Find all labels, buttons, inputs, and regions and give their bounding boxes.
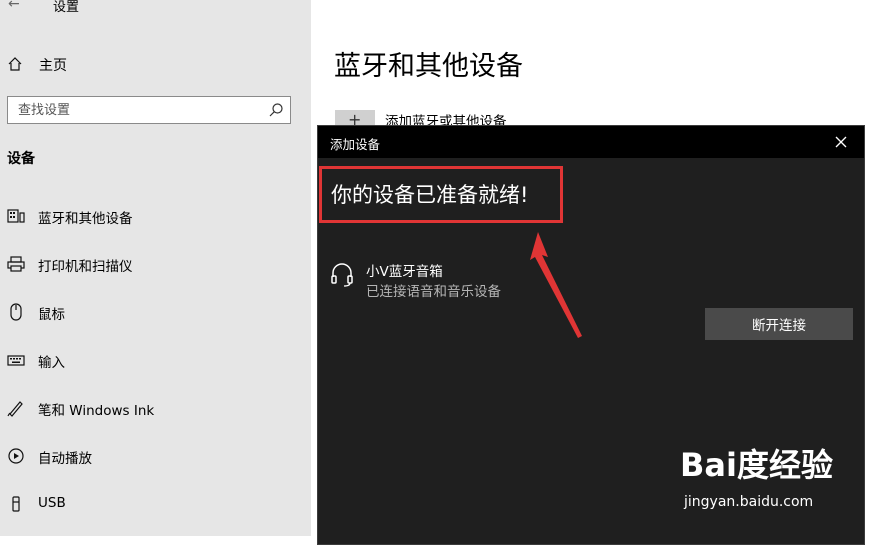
ready-heading: 你的设备已准备就绪! <box>331 183 529 207</box>
page-title: 蓝牙和其他设备 <box>334 51 523 82</box>
bluetooth-devices-icon <box>7 209 25 223</box>
window-title: 设置 <box>53 0 80 15</box>
highlight-box: 你的设备已准备就绪! <box>319 166 563 223</box>
sidebar-item-label: 主页 <box>39 58 67 74</box>
sidebar-item-label: 自动播放 <box>38 451 92 467</box>
annotation-arrow-icon <box>530 232 582 338</box>
watermark-url: jingyan.baidu.com <box>684 494 814 510</box>
dialog-title: 添加设备 <box>330 137 381 152</box>
autoplay-icon <box>8 448 24 464</box>
sidebar-item-typing[interactable]: 输入 <box>0 345 311 375</box>
section-title: 设备 <box>7 151 35 167</box>
sidebar-item-mouse[interactable]: 鼠标 <box>0 297 311 327</box>
search-icon[interactable] <box>268 102 284 118</box>
settings-sidebar: ← 设置 主页 设备 蓝牙和其他设备 打印机和扫描仪 <box>0 0 311 536</box>
mouse-icon <box>10 303 22 321</box>
sidebar-item-home[interactable]: 主页 <box>0 52 311 76</box>
device-name: 小V蓝牙音箱 <box>366 264 443 280</box>
sidebar-item-usb[interactable]: USB <box>0 489 311 519</box>
sidebar-item-printers[interactable]: 打印机和扫描仪 <box>0 249 311 279</box>
sidebar-item-label: 鼠标 <box>38 307 65 323</box>
back-arrow-icon[interactable]: ← <box>8 0 20 12</box>
sidebar-item-label: 输入 <box>38 355 65 371</box>
sidebar-item-bluetooth[interactable]: 蓝牙和其他设备 <box>0 201 311 231</box>
disconnect-button[interactable]: 断开连接 <box>705 308 853 340</box>
device-status: 已连接语音和音乐设备 <box>366 284 501 300</box>
sidebar-item-label: USB <box>38 495 66 511</box>
sidebar-item-label: 蓝牙和其他设备 <box>38 211 133 227</box>
search-input[interactable] <box>18 101 258 119</box>
close-icon[interactable] <box>818 126 864 158</box>
headset-icon <box>331 263 353 287</box>
sidebar-item-pen[interactable]: 笔和 Windows Ink <box>0 393 311 423</box>
pen-icon <box>7 401 23 417</box>
printer-icon <box>7 256 25 272</box>
keyboard-icon <box>7 355 25 366</box>
sidebar-item-label: 笔和 Windows Ink <box>38 403 155 419</box>
window-titlebar: ← 设置 <box>0 0 311 20</box>
dialog-titlebar: 添加设备 <box>318 126 864 158</box>
home-icon <box>8 57 22 71</box>
search-box[interactable] <box>7 96 291 124</box>
watermark-brand: Bai度经验 <box>680 446 833 484</box>
sidebar-item-autoplay[interactable]: 自动播放 <box>0 441 311 471</box>
usb-icon <box>12 496 20 512</box>
watermark-logo: Bai度经验 jingyan.baidu.com <box>676 440 866 520</box>
sidebar-item-label: 打印机和扫描仪 <box>38 259 133 275</box>
